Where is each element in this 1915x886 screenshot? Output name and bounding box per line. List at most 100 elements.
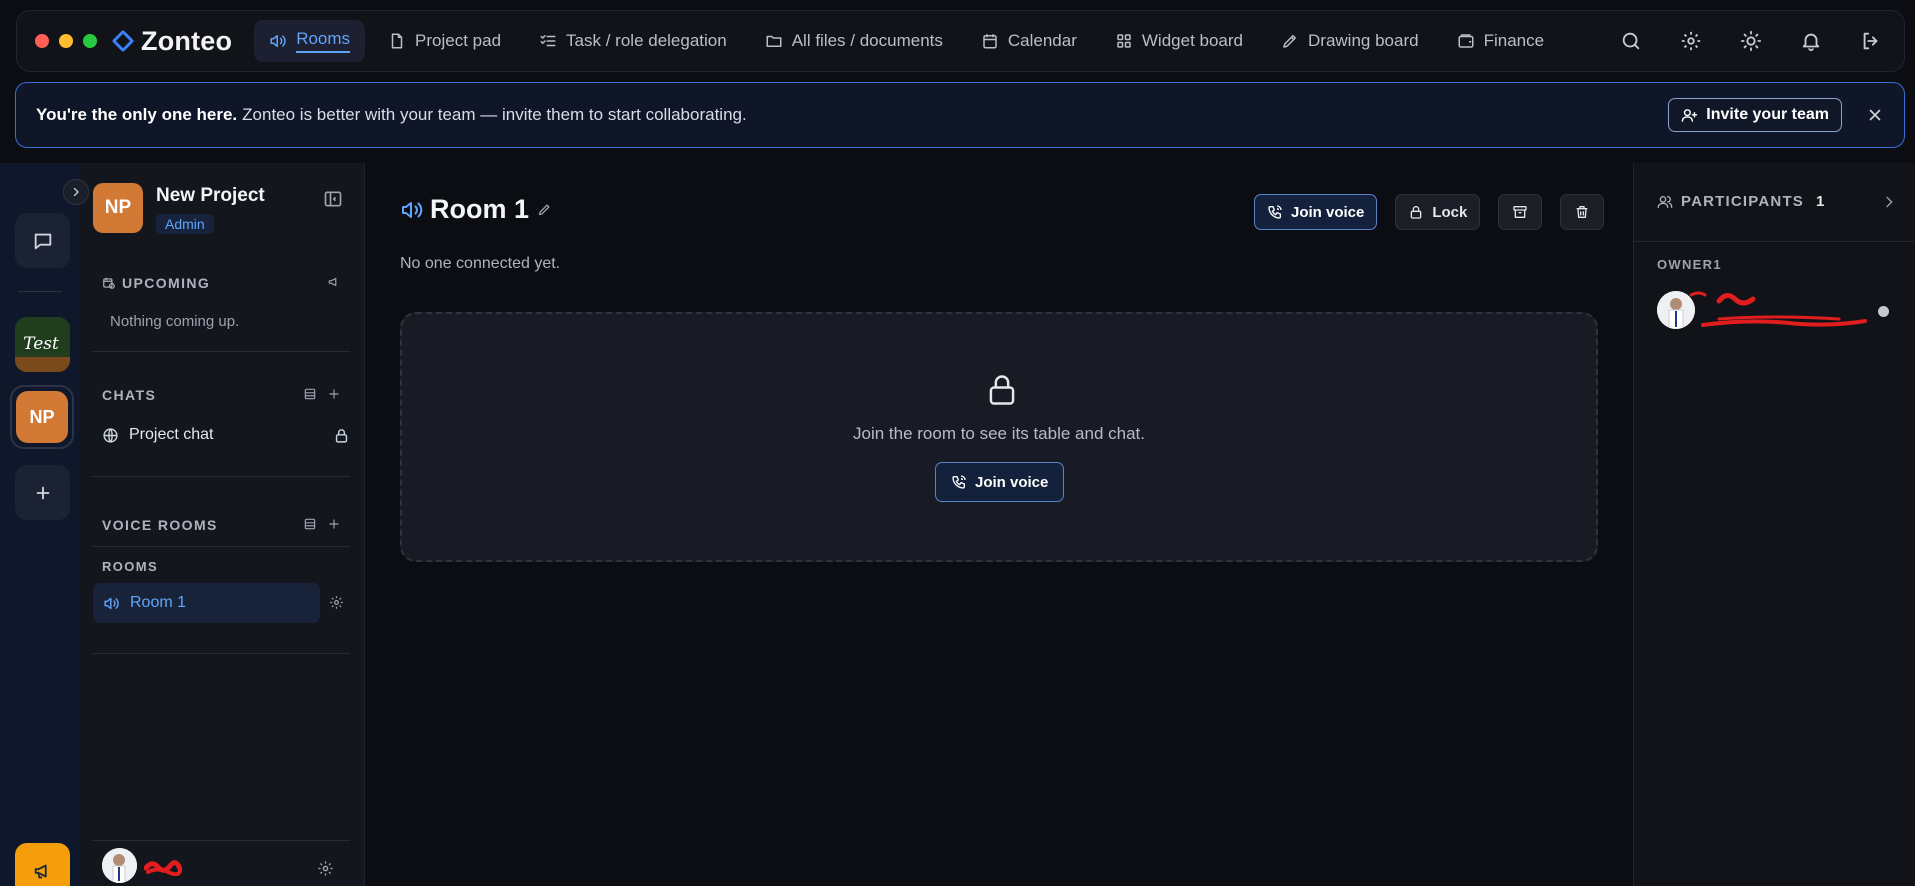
search-icon[interactable] [1620,30,1642,52]
workspace-test[interactable]: Test [15,317,70,372]
upcoming-section-title: UPCOMING [102,275,210,291]
sidebar-item-room-1[interactable]: Room 1 [93,583,320,623]
room-item-label: Room 1 [130,594,187,611]
speaker-icon [402,201,423,218]
banner-lead: You're the only one here. [36,105,238,124]
rail-divider [18,291,62,292]
section-divider [92,546,350,547]
upcoming-actions [327,275,341,289]
window-controls [35,34,97,48]
bell-icon[interactable] [1800,30,1822,52]
nav-item-finance[interactable]: Finance [1442,20,1559,62]
upcoming-empty-text: Nothing coming up. [110,313,240,330]
avatar[interactable] [102,848,137,883]
gear-icon[interactable] [1680,30,1702,52]
plus-icon[interactable] [327,517,341,531]
plus-icon [36,486,49,499]
top-actions [1620,30,1886,52]
join-voice-button[interactable]: Join voice [935,462,1065,502]
edit-icon[interactable] [537,202,552,217]
archive-room-button[interactable] [1498,194,1543,230]
owner-group-label: OWNER1 [1657,257,1722,272]
main-nav: Rooms Project pad Task / role delegation… [254,20,1559,62]
project-sidebar: NP New Project Admin UPCOMING Nothing co… [80,163,365,886]
invite-team-label: Invite your team [1706,106,1829,123]
nav-item-widget-board[interactable]: Widget board [1100,20,1258,62]
participant-item[interactable] [1657,289,1902,333]
participants-title: PARTICIPANTS [1681,193,1805,210]
lock-icon [1411,206,1422,219]
lock-label: Lock [1432,203,1468,221]
nav-item-files[interactable]: All files / documents [750,20,958,62]
current-user-row[interactable] [80,840,365,886]
checklist-icon [540,35,556,47]
redacted-username [144,860,182,876]
nav-item-project-pad[interactable]: Project pad [373,20,516,62]
clock-calendar-icon [103,277,115,289]
plus-icon[interactable] [327,387,341,401]
chat-item-project-chat[interactable]: Project chat [102,426,350,444]
brand-logo-icon [111,29,135,53]
invite-banner: You're the only one here. Zonteo is bett… [15,82,1905,148]
logout-icon[interactable] [1860,30,1882,52]
participants-count: 1 [1816,193,1826,210]
add-user-icon [1682,108,1698,122]
delete-room-button[interactable] [1560,194,1605,230]
chats-section-title: CHATS [102,387,157,403]
brand[interactable]: Zonteo [111,25,233,57]
participants-header[interactable]: PARTICIPANTS 1 [1657,193,1897,210]
users-icon [1657,195,1673,208]
section-divider [92,653,350,654]
sidebar-toggle-icon[interactable] [323,189,343,209]
nav-label: Finance [1483,31,1545,50]
upcoming-title: UPCOMING [122,275,211,291]
sun-icon[interactable] [1740,30,1762,52]
nav-item-calendar[interactable]: Calendar [966,20,1092,62]
project-name[interactable]: New Project [156,185,265,207]
nav-item-drawing-board[interactable]: Drawing board [1266,20,1434,62]
list-icon[interactable] [303,387,317,401]
rooms-subtitle: ROOMS [102,559,159,574]
section-divider [92,476,350,477]
lock-icon [989,375,1015,405]
page-title: Room 1 [430,194,530,224]
chevron-right-icon[interactable] [1881,194,1897,210]
join-voice-button[interactable]: Join voice [1254,194,1378,230]
invite-team-button[interactable]: Invite your team [1668,98,1842,132]
project-avatar[interactable]: NP [93,183,143,233]
trash-icon [1577,206,1588,218]
expand-rail-button[interactable] [63,179,89,205]
minimize-window-dot[interactable] [59,34,73,48]
speaker-icon [270,35,286,47]
room-settings-icon[interactable] [329,595,344,610]
redacted-participant-details [1689,291,1867,327]
close-icon[interactable] [1866,106,1884,124]
brand-name: Zonteo [141,25,233,56]
phone-icon [952,475,966,489]
folder-icon [766,35,782,47]
lock-room-button[interactable]: Lock [1395,194,1481,230]
maximize-window-dot[interactable] [83,34,97,48]
user-settings-icon[interactable] [317,860,334,877]
room-header: Room 1 [400,194,552,225]
nav-item-task-delegation[interactable]: Task / role delegation [524,20,742,62]
announcements-button[interactable] [15,843,70,886]
list-icon[interactable] [303,517,317,531]
add-workspace-button[interactable] [15,465,70,520]
direct-messages-button[interactable] [15,213,70,268]
workspace-rail: Test NP [0,163,80,886]
nav-label: Rooms [296,29,351,53]
lock-icon [335,428,348,443]
megaphone-icon[interactable] [327,275,341,289]
nav-label: Calendar [1007,31,1077,50]
nav-label: All files / documents [791,31,943,50]
close-window-dot[interactable] [35,34,49,48]
top-navigation-bar: Zonteo Rooms Project pad Task / role del… [16,10,1905,72]
role-badge: Admin [156,214,214,234]
workspace-np[interactable]: NP [10,385,74,449]
connection-status: No one connected yet. [400,255,561,272]
voice-rooms-actions [303,517,341,531]
grid-icon [1117,34,1131,48]
nav-item-rooms[interactable]: Rooms [254,20,366,62]
nav-label: Project pad [415,31,502,50]
